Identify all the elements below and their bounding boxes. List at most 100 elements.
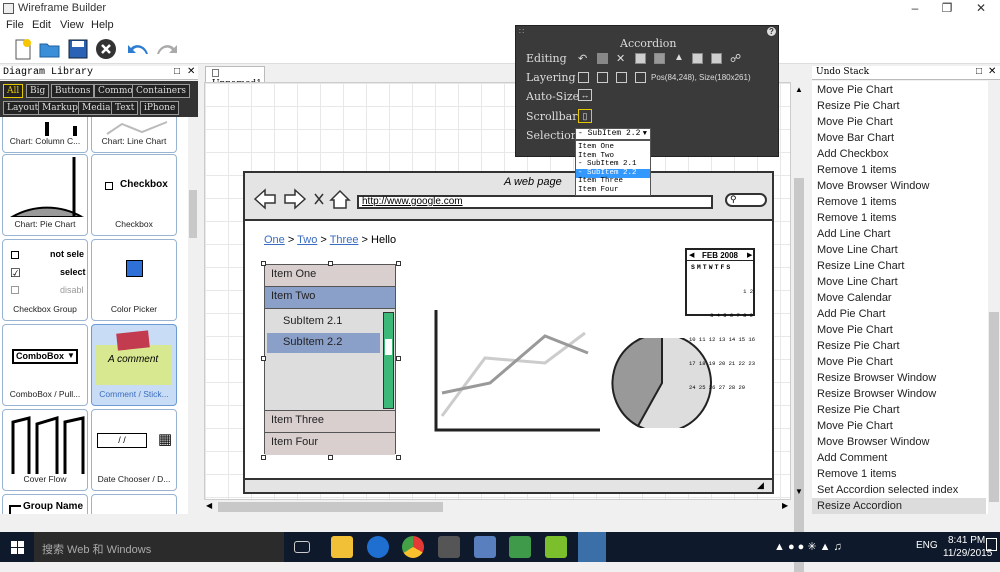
breadcrumb-link-two[interactable]: Two [297, 234, 317, 246]
filter-layout[interactable]: Layout [3, 101, 43, 115]
breadcrumb-link-one[interactable]: One [264, 234, 285, 246]
autosize-icon[interactable]: ↔ [578, 89, 592, 101]
minimize-button[interactable]: – [900, 0, 930, 18]
undo-item[interactable]: Resize Pie Chart [812, 98, 986, 114]
group-icon[interactable] [692, 53, 703, 64]
copy-icon[interactable] [635, 53, 646, 64]
send-backward-icon[interactable] [616, 72, 627, 83]
edge-icon[interactable] [367, 536, 389, 558]
filter-big[interactable]: Big [26, 84, 50, 98]
lib-item-date-chooser[interactable]: / / ▦ Date Chooser / D... [91, 409, 177, 491]
new-button[interactable] [10, 36, 36, 62]
search-field[interactable]: ⚲ [725, 193, 767, 207]
selection-combobox[interactable]: - SubItem 2.2 ▼ [575, 128, 651, 140]
lib-item-checkbox[interactable]: Checkbox Checkbox [91, 154, 177, 236]
undo-item[interactable]: Move Browser Window [812, 434, 986, 450]
accordion-item-one[interactable]: Item One [265, 265, 395, 287]
help-icon[interactable]: ? [767, 27, 776, 36]
undo-item-current[interactable]: Resize Accordion [812, 498, 986, 514]
undo-item[interactable]: Remove 1 items [812, 194, 986, 210]
scrollbar-toggle-icon[interactable]: ▯ [578, 109, 592, 123]
ungroup-icon[interactable] [711, 53, 722, 64]
undo-item[interactable]: Move Calendar [812, 290, 986, 306]
store-icon[interactable] [438, 536, 460, 558]
lock-icon[interactable]: ▲ [674, 52, 684, 63]
save-button[interactable] [65, 36, 91, 62]
undo-item[interactable]: Move Line Chart [812, 274, 986, 290]
close-doc-button[interactable] [93, 36, 119, 62]
undo-item[interactable]: Resize Line Chart [812, 258, 986, 274]
open-button[interactable] [37, 36, 63, 62]
scroll-left-icon[interactable]: ◀ [206, 501, 212, 510]
bring-forward-icon[interactable] [597, 72, 608, 83]
lib-item-blank[interactable] [91, 494, 177, 514]
library-scrollbar[interactable] [188, 117, 198, 514]
menu-edit[interactable]: Edit [32, 19, 51, 31]
link-icon[interactable]: ☍ [730, 52, 741, 65]
cut-icon[interactable] [597, 53, 608, 64]
undo-item[interactable]: Set Accordion selected index [812, 482, 986, 498]
library-scroll-thumb[interactable] [189, 190, 197, 238]
lib-item-column-chart[interactable]: Chart: Column C... [2, 117, 88, 153]
resize-handle[interactable] [261, 455, 266, 460]
filter-containers[interactable]: Containers [132, 84, 191, 98]
close-window-button[interactable]: ✕ [966, 0, 996, 18]
wireframe-builder-task-icon[interactable] [578, 532, 606, 562]
accordion-scroll-thumb[interactable] [385, 339, 392, 355]
lib-item-color-picker[interactable]: Color Picker [91, 239, 177, 321]
undo-item[interactable]: Add Pie Chart [812, 306, 986, 322]
app-icon[interactable] [545, 536, 567, 558]
delete-icon[interactable]: ✕ [616, 52, 625, 65]
resize-handle[interactable] [396, 261, 401, 266]
lib-item-line-chart[interactable]: Chart: Line Chart [91, 117, 177, 153]
redo-button[interactable] [154, 36, 180, 62]
resize-handle[interactable] [328, 261, 333, 266]
undo-item[interactable]: Move Pie Chart [812, 114, 986, 130]
menu-file[interactable]: File [6, 19, 24, 31]
next-month-icon[interactable]: ▶ [747, 251, 752, 259]
task-view-icon[interactable] [294, 541, 310, 553]
undo-item[interactable]: Resize Pie Chart [812, 338, 986, 354]
notification-icon[interactable] [986, 538, 997, 551]
app-icon[interactable] [509, 536, 531, 558]
close-panel-icon[interactable]: ✕ [988, 66, 996, 77]
language-indicator[interactable]: ENG [916, 540, 938, 551]
tab-unnamed1[interactable]: Unnamed1 [205, 66, 265, 89]
undo-item[interactable]: Add Comment [812, 450, 986, 466]
canvas-hscroll-thumb[interactable] [218, 502, 443, 512]
lib-item-combobox[interactable]: ComboBox ▼ ComboBox / Pull... [2, 324, 88, 406]
close-panel-icon[interactable]: ✕ [187, 66, 195, 77]
filter-media[interactable]: Media [78, 101, 115, 115]
canvas-vscrollbar[interactable]: ▲ ▼ [792, 82, 806, 572]
accordion-subitem-2-1[interactable]: SubItem 2.1 [267, 312, 380, 332]
app-icon[interactable] [474, 536, 496, 558]
undo-icon[interactable]: ↶ [578, 52, 587, 65]
accordion-item-three[interactable]: Item Three [265, 411, 395, 433]
undo-item[interactable]: Move Pie Chart [812, 354, 986, 370]
filter-text[interactable]: Text [111, 101, 139, 115]
file-explorer-icon[interactable] [331, 536, 353, 558]
dropdown-option[interactable]: Item Four [576, 186, 650, 195]
lib-item-comment[interactable]: A comment Comment / Stick... [91, 324, 177, 406]
menu-help[interactable]: Help [91, 19, 114, 31]
undo-item[interactable]: Remove 1 items [812, 466, 986, 482]
accordion-widget[interactable]: Item One Item Two SubItem 2.1 SubItem 2.… [264, 264, 396, 455]
lib-item-group[interactable]: Group Name [2, 494, 88, 514]
accordion-subitem-2-2[interactable]: SubItem 2.2 [267, 333, 380, 353]
resize-handle[interactable] [261, 261, 266, 266]
undo-scroll-thumb[interactable] [989, 312, 999, 502]
clock-time[interactable]: 8:41 PM [948, 535, 985, 546]
undo-item[interactable]: Move Browser Window [812, 178, 986, 194]
undo-item[interactable]: Remove 1 items [812, 162, 986, 178]
undo-button[interactable] [125, 36, 151, 62]
lib-item-cover-flow[interactable]: Cover Flow [2, 409, 88, 491]
chrome-icon[interactable] [402, 536, 424, 558]
undo-item[interactable]: Move Pie Chart [812, 418, 986, 434]
taskbar-search[interactable]: 搜索 Web 和 Windows [34, 532, 284, 562]
canvas-vscroll-thumb[interactable] [794, 178, 804, 572]
undo-item[interactable]: Move Pie Chart [812, 82, 986, 98]
undo-item[interactable]: Add Checkbox [812, 146, 986, 162]
calendar-widget[interactable]: FEB 2008 ◀ ▶ SMTWTFS 1 2 3 4 5 6 7 8 9 1… [685, 248, 755, 391]
undo-item[interactable]: Resize Pie Chart [812, 402, 986, 418]
resize-handle[interactable] [396, 455, 401, 460]
